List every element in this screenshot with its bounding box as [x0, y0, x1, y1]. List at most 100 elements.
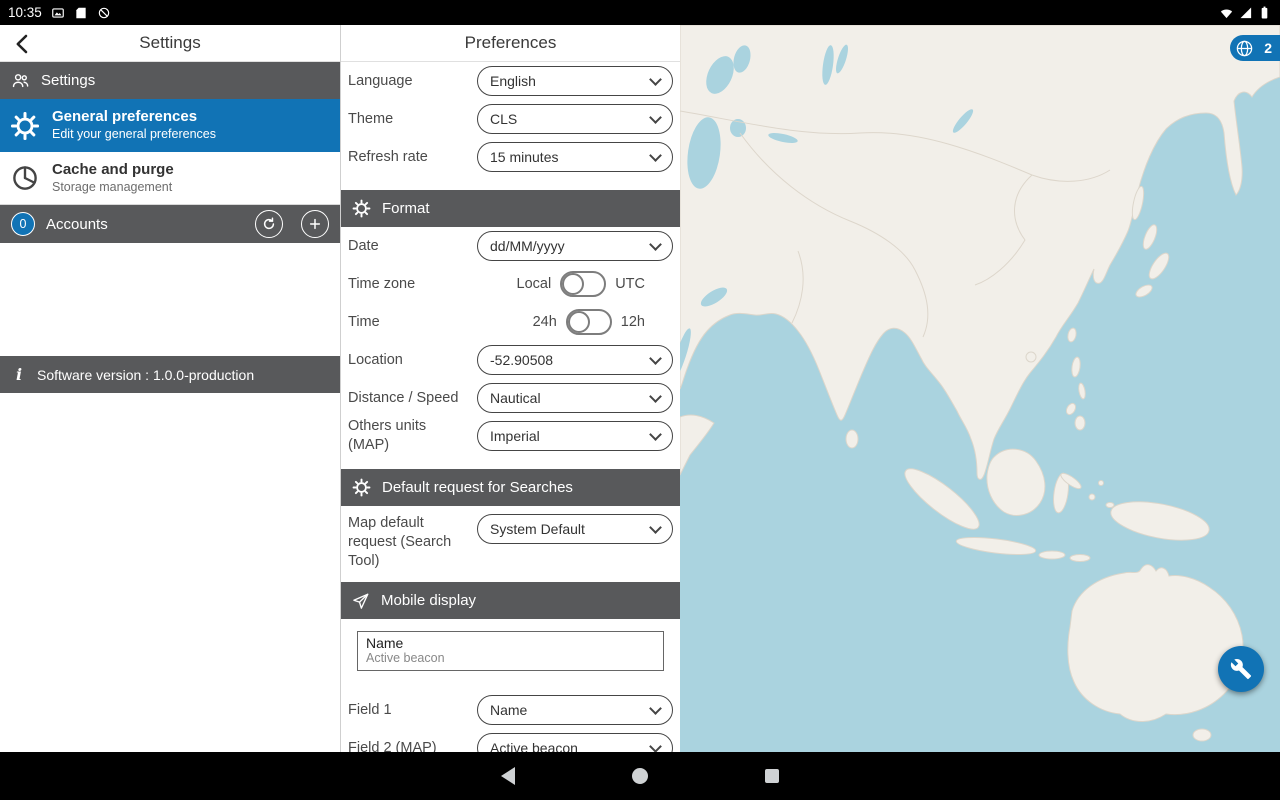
- settings-section-header: Settings: [0, 62, 340, 99]
- pref-row-field1: Field 1 Name: [341, 691, 680, 729]
- plus-icon: [307, 216, 323, 232]
- back-button[interactable]: [8, 29, 38, 59]
- format-section-label: Format: [382, 200, 430, 217]
- refresh-accounts-button[interactable]: [255, 210, 283, 238]
- distance-speed-label: Distance / Speed: [348, 389, 477, 408]
- version-bar: Software version : 1.0.0-production: [0, 356, 340, 393]
- nav-home-button[interactable]: [630, 764, 650, 788]
- time-zone-toggle-group: Local UTC: [517, 271, 645, 297]
- android-nav-bar: [0, 752, 1280, 800]
- sd-card-icon: [74, 6, 88, 20]
- map-default-request-dropdown[interactable]: System Default: [477, 514, 673, 544]
- chevron-down-icon: [649, 149, 662, 162]
- theme-dropdown[interactable]: CLS: [477, 104, 673, 134]
- preferences-panel: Preferences Language English Theme CLS R…: [340, 25, 680, 752]
- pref-row-date: Date dd/MM/yyyy: [341, 227, 680, 265]
- theme-value: CLS: [490, 111, 517, 127]
- location-format-dropdown[interactable]: -52.90508: [477, 345, 673, 375]
- date-format-dropdown[interactable]: dd/MM/yyyy: [477, 231, 673, 261]
- other-units-value: Imperial: [490, 428, 540, 444]
- field1-dropdown[interactable]: Name: [477, 695, 673, 725]
- add-account-button[interactable]: [301, 210, 329, 238]
- wifi-icon: [1219, 5, 1234, 20]
- pref-row-distance: Distance / Speed Nautical: [341, 379, 680, 417]
- language-dropdown[interactable]: English: [477, 66, 673, 96]
- preferences-panel-title: Preferences: [465, 33, 557, 53]
- time-zone-option-local: Local: [517, 276, 552, 292]
- info-icon: [14, 365, 24, 384]
- list-item-cache-purge[interactable]: Cache and purge Storage management: [0, 152, 340, 205]
- users-icon: [11, 71, 30, 90]
- other-units-dropdown[interactable]: Imperial: [477, 421, 673, 451]
- mobile-display-section-header: Mobile display: [341, 582, 680, 619]
- cache-purge-subtitle: Storage management: [52, 180, 174, 196]
- field2-dropdown[interactable]: Active beacon: [477, 733, 673, 752]
- pref-row-time: Time 24h 12h: [341, 303, 680, 341]
- recents-square-icon: [765, 769, 779, 783]
- pref-row-location: Location -52.90508: [341, 341, 680, 379]
- refresh-icon: [261, 216, 277, 232]
- chevron-down-icon: [649, 702, 662, 715]
- chevron-down-icon: [649, 428, 662, 441]
- time-zone-option-utc: UTC: [615, 276, 645, 292]
- pref-row-refresh-rate: Refresh rate 15 minutes: [341, 138, 680, 176]
- location-value: -52.90508: [490, 352, 553, 368]
- world-map[interactable]: [680, 25, 1280, 752]
- app-screen: 10:35 Settings Settings: [0, 0, 1280, 800]
- chevron-down-icon: [649, 352, 662, 365]
- preferences-header: Preferences: [341, 25, 680, 62]
- paper-plane-icon: [352, 592, 370, 610]
- toggle-knob: [562, 273, 584, 295]
- status-bar: 10:35: [0, 0, 1280, 25]
- settings-section-label: Settings: [41, 72, 95, 89]
- settings-header: Settings: [0, 25, 340, 62]
- pref-row-map-default-request: Map default request (Search Tool) System…: [341, 506, 680, 572]
- settings-panel: Settings Settings General preferences Ed…: [0, 25, 340, 752]
- status-time: 10:35: [8, 5, 42, 20]
- time-zone-toggle[interactable]: [560, 271, 606, 297]
- wrench-icon: [1230, 658, 1252, 680]
- map-layers-badge[interactable]: 2: [1230, 35, 1280, 61]
- refresh-rate-label: Refresh rate: [348, 148, 477, 167]
- do-not-disturb-icon: [97, 6, 111, 20]
- general-preferences-text: General preferences Edit your general pr…: [52, 108, 216, 142]
- mobile-display-section-label: Mobile display: [381, 592, 476, 609]
- time-zone-label: Time zone: [348, 275, 517, 294]
- refresh-rate-dropdown[interactable]: 15 minutes: [477, 142, 673, 172]
- accounts-label: Accounts: [46, 216, 108, 233]
- map-default-request-value: System Default: [490, 521, 585, 537]
- nav-recents-button[interactable]: [762, 764, 782, 788]
- gear-icon: [352, 478, 371, 497]
- default-request-section-header: Default request for Searches: [341, 469, 680, 506]
- toggle-knob: [568, 311, 590, 333]
- pref-row-time-zone: Time zone Local UTC: [341, 265, 680, 303]
- time-format-toggle[interactable]: [566, 309, 612, 335]
- software-version-text: Software version : 1.0.0-production: [37, 367, 254, 383]
- map-tools-fab[interactable]: [1218, 646, 1264, 692]
- chevron-down-icon: [649, 238, 662, 251]
- time-toggle-group: 24h 12h: [533, 309, 645, 335]
- pref-row-field2: Field 2 (MAP) Active beacon: [341, 729, 680, 752]
- settings-panel-title: Settings: [139, 33, 200, 53]
- time-option-24h: 24h: [533, 314, 557, 330]
- layers-count: 2: [1264, 40, 1272, 56]
- refresh-rate-value: 15 minutes: [490, 149, 558, 165]
- pref-row-theme: Theme CLS: [341, 100, 680, 138]
- chevron-down-icon: [649, 111, 662, 124]
- nav-back-button[interactable]: [498, 764, 518, 788]
- field1-value: Name: [490, 702, 527, 718]
- chevron-down-icon: [649, 390, 662, 403]
- distance-speed-dropdown[interactable]: Nautical: [477, 383, 673, 413]
- general-preferences-title: General preferences: [52, 108, 216, 127]
- chevron-down-icon: [649, 73, 662, 86]
- back-arrow-icon: [11, 32, 35, 56]
- field2-value: Active beacon: [490, 740, 578, 752]
- map-default-request-label: Map default request (Search Tool): [348, 514, 477, 571]
- gear-icon: [352, 199, 371, 218]
- list-item-general-preferences[interactable]: General preferences Edit your general pr…: [0, 99, 340, 152]
- accounts-section-header: 0 Accounts: [0, 205, 340, 243]
- preview-line1: Name: [366, 635, 655, 651]
- accounts-count-badge: 0: [11, 212, 35, 236]
- mobile-display-preview: Name Active beacon: [357, 631, 664, 671]
- cell-signal-icon: [1238, 5, 1253, 20]
